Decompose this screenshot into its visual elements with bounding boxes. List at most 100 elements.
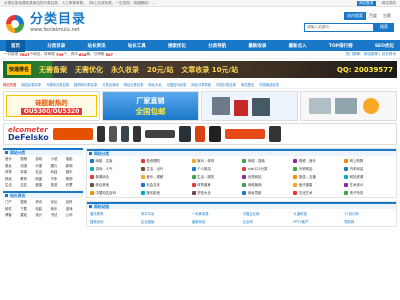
recent-site-link[interactable]: 九道科技 bbox=[293, 211, 342, 216]
sidebar-category-link[interactable]: 动漫 bbox=[20, 163, 35, 168]
sidebar-news-link[interactable]: 软件 bbox=[5, 206, 20, 211]
sidebar-category-link[interactable]: 科技 bbox=[51, 169, 66, 174]
link-item[interactable]: 分类目录网 bbox=[102, 82, 118, 87]
sidebar-category-link[interactable]: 美女 bbox=[5, 163, 20, 168]
sidebar-category-link[interactable]: 小说 bbox=[51, 156, 66, 161]
ad-tile[interactable] bbox=[300, 91, 397, 121]
search-button[interactable]: 搜索 bbox=[374, 22, 394, 32]
recent-site-link[interactable]: 道文教育 bbox=[90, 211, 139, 216]
category-item[interactable]: 生活 - 出行 bbox=[140, 166, 190, 171]
sidebar-category-link[interactable]: 健康 bbox=[35, 182, 50, 187]
category-item[interactable]: 音乐 - 视频 bbox=[140, 174, 190, 179]
link-item[interactable]: 网站热搜 bbox=[3, 82, 16, 87]
category-item[interactable]: 娱乐影音 bbox=[140, 190, 190, 195]
sidebar-category-link[interactable]: 娱乐 bbox=[66, 169, 81, 174]
link-item[interactable]: 中国百科目录 bbox=[167, 82, 187, 87]
sidebar-category-link[interactable]: 财经 bbox=[5, 176, 20, 181]
category-item[interactable]: 个人网站 bbox=[191, 166, 241, 171]
ad-banner-elcometer[interactable]: elcometer DeFelsko bbox=[3, 123, 397, 145]
category-item[interactable]: 网络 - 文库 bbox=[90, 158, 139, 163]
category-item[interactable]: 视频 - 音乐 bbox=[293, 158, 342, 163]
recent-site-link[interactable]: 企业链接 bbox=[141, 219, 190, 224]
nav-directory[interactable]: 分类目录 bbox=[47, 43, 65, 49]
category-item[interactable]: 娱乐 - 体育 bbox=[191, 158, 241, 163]
sidebar-news-link[interactable]: 公司 bbox=[66, 212, 81, 217]
category-item[interactable]: 体育健身 bbox=[191, 182, 241, 187]
category-item[interactable]: 优秀网站 bbox=[242, 174, 291, 179]
sidebar-category-link[interactable]: 电影 bbox=[66, 156, 81, 161]
recent-site-link[interactable]: 企业网 bbox=[242, 219, 291, 224]
sidebar-category-link[interactable]: 旅游 bbox=[51, 182, 66, 187]
sidebar-news-link[interactable]: 门户 bbox=[5, 199, 20, 204]
sidebar-category-link[interactable]: 彩票 bbox=[66, 182, 81, 187]
category-item[interactable]: 网站资源 bbox=[344, 174, 393, 179]
sidebar-news-link[interactable]: 建站 bbox=[20, 212, 35, 217]
sidebar-category-link[interactable]: 交友 bbox=[20, 182, 35, 187]
category-item[interactable]: 游戏 - 人气 bbox=[90, 166, 139, 171]
category-item[interactable]: 艺术设计 bbox=[344, 182, 393, 187]
sidebar-category-link[interactable]: 购物 bbox=[66, 176, 81, 181]
ad-tile[interactable]: 厂家直销 全国包邮 bbox=[102, 91, 199, 121]
sidebar-category-link[interactable]: 视频 bbox=[20, 156, 35, 161]
sidebar-category-link[interactable]: 游戏 bbox=[35, 156, 50, 161]
sidebar-news-link[interactable]: 音乐 bbox=[51, 206, 66, 211]
category-item[interactable]: 中国知名百科 bbox=[90, 190, 139, 195]
sidebar-category-link[interactable]: 图片 bbox=[51, 163, 66, 168]
nav-tools[interactable]: 站长工具 bbox=[128, 43, 146, 49]
recent-site-link[interactable]: 中国企业网 bbox=[242, 211, 291, 216]
category-item[interactable]: 文化艺术 bbox=[293, 190, 342, 195]
nav-latest-click[interactable]: 最新点入 bbox=[289, 43, 307, 49]
stats-hot[interactable]: 热门推荐：网站推荐 | 站长资讯 bbox=[346, 52, 396, 57]
category-item[interactable]: 汽车网站 bbox=[344, 166, 393, 171]
category-item[interactable]: 电子商务 bbox=[344, 190, 393, 195]
sidebar-category-link[interactable]: 音乐 bbox=[5, 156, 20, 161]
link-item[interactable]: 网站目录收录 bbox=[21, 82, 41, 87]
nav-home[interactable]: 首页 bbox=[6, 39, 25, 52]
site-logo[interactable]: 分类目录 www.fenleimulu.net bbox=[4, 13, 86, 35]
sidebar-category-link[interactable]: 头像 bbox=[35, 163, 50, 168]
category-item[interactable]: 网络营销 bbox=[242, 182, 291, 187]
category-item[interactable]: 新闻综合 bbox=[90, 174, 139, 179]
top-link-nav[interactable]: 网站导航 bbox=[382, 1, 396, 6]
category-item[interactable]: 外贸网站 bbox=[293, 166, 342, 171]
nav-seo[interactable]: 搜索优化 bbox=[168, 43, 186, 49]
nav-category[interactable]: 分类导航 bbox=[208, 43, 226, 49]
sidebar-category-link[interactable]: 社会 bbox=[35, 169, 50, 174]
sidebar-category-link[interactable]: 生活 bbox=[5, 182, 20, 187]
category-item[interactable]: 投资理财 bbox=[140, 158, 190, 163]
sidebar-category-link[interactable]: 网盘 bbox=[35, 176, 50, 181]
category-item[interactable]: 旅游 - 交通 bbox=[293, 174, 342, 179]
sidebar-news-link[interactable]: 资讯 bbox=[35, 199, 50, 204]
link-item[interactable]: 万维网分类目录 bbox=[46, 82, 69, 87]
link-item[interactable]: 网址分类导航 bbox=[191, 82, 211, 87]
sidebar-category-link[interactable]: 汽车 bbox=[51, 176, 66, 181]
search-input[interactable] bbox=[304, 22, 374, 32]
sidebar-news-link[interactable]: 游戏 bbox=[66, 206, 81, 211]
search-tab-google[interactable]: 谷歌 bbox=[380, 12, 394, 20]
sidebar-news-link[interactable]: 搜索 bbox=[20, 199, 35, 204]
category-item[interactable]: 社会文化 bbox=[140, 182, 190, 187]
ad-tile[interactable]: 硅胶耐热的 OU5300/OU5320 bbox=[3, 91, 100, 121]
ad-banner-ranking[interactable]: 快速排名 无需备案 无需优化 永久收录 20元/站 文章收录 10元/站 QQ:… bbox=[3, 61, 397, 78]
search-tab-baidu[interactable]: 百度 bbox=[366, 12, 380, 20]
ad-tile[interactable] bbox=[201, 91, 298, 121]
recent-site-link[interactable]: PPTV客户 bbox=[293, 219, 342, 224]
top-link-login[interactable]: 网站登录 bbox=[357, 0, 376, 6]
link-item[interactable]: 网站分类目录 bbox=[124, 82, 144, 87]
sidebar-news-link[interactable]: 设计 bbox=[35, 212, 50, 217]
search-tab-site[interactable]: 站内搜索 bbox=[344, 11, 366, 20]
link-item[interactable]: 猫狗网分类目录 bbox=[74, 82, 97, 87]
recent-site-link[interactable]: 导航网 bbox=[344, 219, 393, 224]
link-item[interactable]: 中国网站目录 bbox=[259, 82, 279, 87]
category-item[interactable]: site123分类 bbox=[242, 166, 291, 171]
nav-seo-opt[interactable]: SEO优化 bbox=[375, 43, 394, 49]
category-item[interactable]: 网络 - 搜索 bbox=[242, 158, 291, 163]
link-item[interactable]: 中国分类目录 bbox=[216, 82, 236, 87]
category-item[interactable]: 生活 - 服务 bbox=[191, 174, 241, 179]
category-item[interactable]: 网上购物 bbox=[344, 158, 393, 163]
category-item[interactable]: 综合其他 bbox=[90, 182, 139, 187]
sidebar-news-link[interactable]: 下载 bbox=[20, 206, 35, 211]
sidebar-category-link[interactable]: 体育 bbox=[5, 169, 20, 174]
recent-site-link[interactable]: 17设计网 bbox=[344, 211, 393, 216]
sidebar-news-link[interactable]: 书法 bbox=[51, 212, 66, 217]
